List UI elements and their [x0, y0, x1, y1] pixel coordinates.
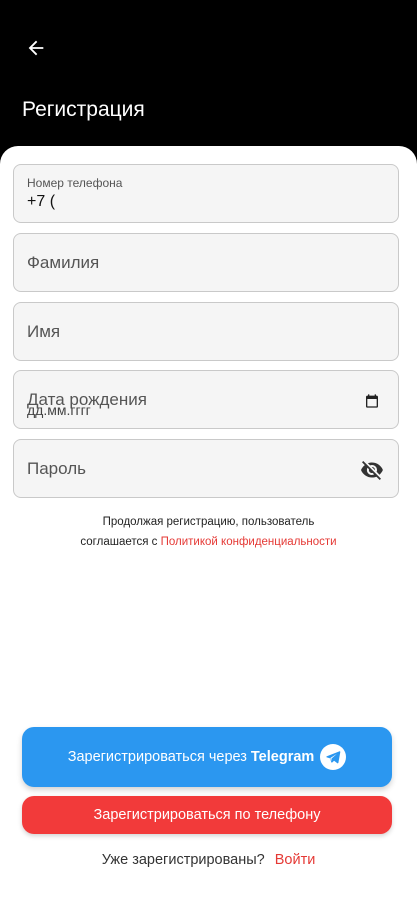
- register-phone-button[interactable]: Зарегистрироваться по телефону: [22, 796, 392, 834]
- register-telegram-button[interactable]: Зарегистрироваться через Telegram: [22, 727, 392, 787]
- telegram-button-label: Зарегистрироваться через: [67, 749, 247, 765]
- phone-field-label: Номер телефона: [27, 176, 123, 190]
- eye-off-icon[interactable]: [360, 458, 384, 482]
- app-header: Регистрация: [0, 0, 417, 160]
- phone-field-value: +7 (: [27, 193, 56, 210]
- login-question: Уже зарегистрированы?: [101, 852, 265, 868]
- birthdate-mask: дд.мм.гггг: [27, 402, 91, 418]
- arrow-left-icon: [28, 40, 44, 56]
- calendar-icon[interactable]: [360, 389, 384, 413]
- consent-line-1: Продолжая регистрацию, пользователь: [102, 516, 315, 528]
- birthdate-field[interactable]: Дата рождения дд.мм.гггг: [13, 370, 399, 429]
- consent-line-2: соглашается с Политикой конфиденциальнос…: [0, 532, 417, 552]
- surname-field[interactable]: Фамилия: [13, 233, 399, 292]
- phone-field[interactable]: Номер телефона +7 (: [13, 164, 399, 223]
- login-row: Уже зарегистрированы? Войти: [0, 852, 417, 868]
- back-button[interactable]: [22, 34, 50, 62]
- consent-prefix: соглашается с: [80, 536, 161, 548]
- name-field[interactable]: Имя: [13, 302, 399, 361]
- page-title: Регистрация: [22, 98, 145, 121]
- login-link[interactable]: Войти: [275, 852, 316, 868]
- password-placeholder: Пароль: [27, 459, 86, 478]
- consent-text: Продолжая регистрацию, пользователь согл…: [0, 512, 417, 552]
- telegram-brand-label: Telegram: [250, 749, 315, 765]
- privacy-policy-link[interactable]: Политикой конфиденциальности: [161, 536, 337, 548]
- name-placeholder: Имя: [27, 322, 61, 341]
- surname-placeholder: Фамилия: [27, 253, 100, 272]
- password-field[interactable]: Пароль: [13, 439, 399, 498]
- telegram-icon: [320, 744, 347, 770]
